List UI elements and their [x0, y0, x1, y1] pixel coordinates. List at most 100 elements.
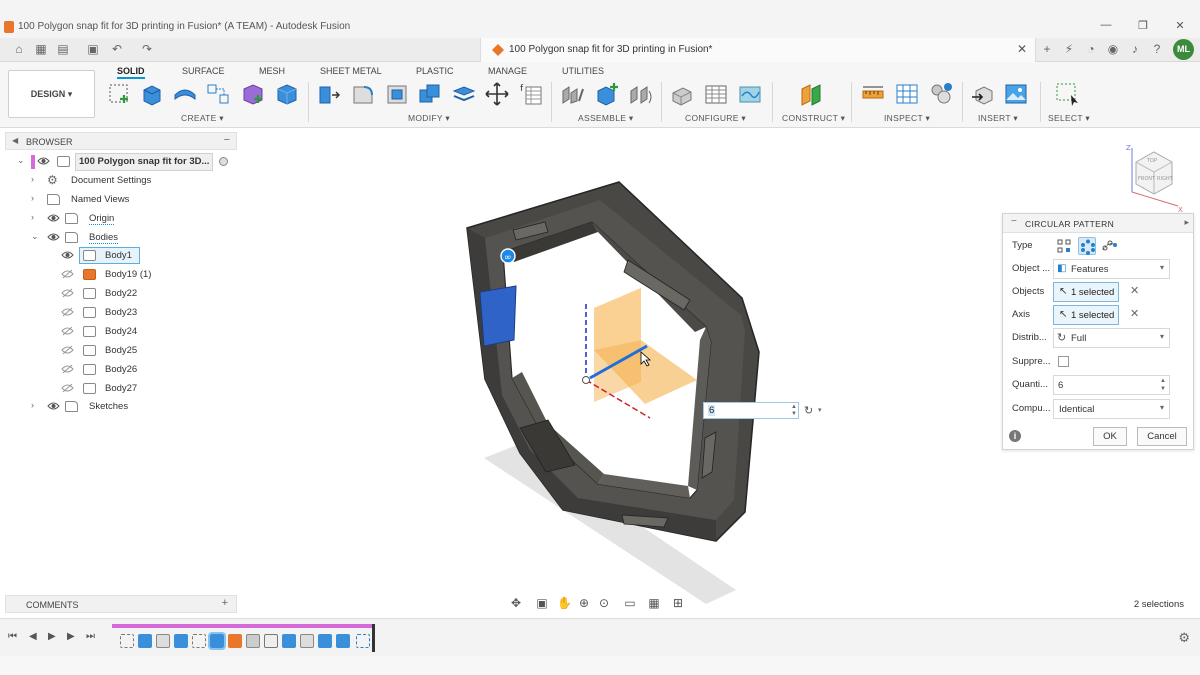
fit-zoom-icon[interactable]: ⊙	[597, 596, 611, 610]
file-menu-icon[interactable]: ▤	[56, 42, 70, 56]
distribution-dropdown[interactable]: ↻ Full ▾	[1053, 328, 1170, 348]
selected-feature-face[interactable]	[479, 285, 517, 347]
inspect-group-label[interactable]: INSPECT ▾	[884, 113, 930, 124]
tab-solid[interactable]: SOLID	[117, 66, 145, 79]
pattern-on-path-type-icon[interactable]	[1101, 237, 1119, 255]
minimize-button[interactable]: —	[1099, 19, 1113, 31]
offset-face-icon[interactable]	[451, 81, 477, 107]
home-icon[interactable]: ⌂	[12, 42, 26, 56]
display-component-colors-icon[interactable]	[928, 81, 954, 107]
viewports-icon[interactable]: ⊞	[671, 596, 685, 610]
browser-root-row[interactable]: ⌄ 100 Polygon snap fit for 3D...	[5, 153, 237, 171]
document-tab[interactable]: 100 Polygon snap fit for 3D printing in …	[480, 38, 1036, 62]
rectangular-pattern-type-icon[interactable]	[1055, 237, 1073, 255]
tab-mesh[interactable]: MESH	[259, 66, 285, 76]
cancel-button[interactable]: Cancel	[1137, 427, 1187, 446]
compute-option-dropdown[interactable]: Identical ▾	[1053, 399, 1170, 419]
hidden-eye-icon[interactable]	[61, 383, 74, 393]
quantity-manipulator-input[interactable]: 6 ▲ ▼	[703, 402, 799, 419]
notifications-bell-icon[interactable]: ♪	[1128, 42, 1142, 56]
look-at-icon[interactable]: ▣	[535, 596, 549, 610]
interference-icon[interactable]	[894, 81, 920, 107]
tab-plastic[interactable]: PLASTIC	[416, 66, 454, 76]
revolve-icon[interactable]	[172, 81, 198, 107]
workspace-switcher-button[interactable]: DESIGN ▾	[8, 70, 95, 118]
visibility-eye-icon[interactable]	[47, 401, 60, 411]
visibility-eye-icon[interactable]	[37, 156, 50, 166]
info-icon[interactable]: i	[1009, 430, 1021, 442]
offset-plane-icon[interactable]	[798, 81, 824, 107]
timeline-body-icon[interactable]	[228, 634, 242, 648]
visibility-eye-icon[interactable]	[61, 250, 74, 260]
tree-item-sketches[interactable]: › Sketches	[5, 398, 237, 416]
objects-selection-button[interactable]: ↖ 1 selected	[1053, 282, 1119, 302]
timeline-sketch-icon[interactable]	[192, 634, 206, 648]
grid-settings-icon[interactable]: ▦	[647, 596, 661, 610]
quantity-input[interactable]: 6 ▲ ▼	[1053, 375, 1170, 395]
tree-item-bodies[interactable]: ⌄ Bodies	[5, 229, 237, 247]
timeline-shell-icon[interactable]	[156, 634, 170, 648]
online-status-icon[interactable]: ◉	[1106, 42, 1120, 56]
timeline-pattern-icon[interactable]	[356, 634, 370, 648]
timeline-extrude-icon[interactable]	[174, 634, 188, 648]
timeline-settings-gear-icon[interactable]: ⚙	[1178, 630, 1190, 646]
zoom-icon[interactable]: ⊕	[577, 596, 591, 610]
combine-icon[interactable]	[417, 81, 443, 107]
shell-icon[interactable]	[384, 81, 410, 107]
browser-header[interactable]: ◀ BROWSER −	[5, 132, 237, 150]
sweep-icon[interactable]	[205, 81, 231, 107]
help-icon[interactable]: ?	[1150, 42, 1164, 56]
tree-item-body23[interactable]: Body23	[5, 304, 237, 322]
play-icon[interactable]: ▶	[48, 631, 56, 642]
axis-selection-button[interactable]: ↖ 1 selected	[1053, 305, 1119, 325]
construct-group-label[interactable]: CONSTRUCT ▾	[782, 113, 845, 124]
tree-item-body27[interactable]: Body27	[5, 380, 237, 398]
new-component-icon[interactable]	[594, 81, 620, 107]
extrude-icon[interactable]	[139, 81, 165, 107]
hidden-eye-icon[interactable]	[61, 326, 74, 336]
tree-item-named-views[interactable]: › Named Views	[5, 191, 237, 209]
circular-pattern-type-icon[interactable]	[1078, 237, 1096, 255]
configuration-table-icon[interactable]	[703, 81, 729, 107]
hidden-eye-icon[interactable]	[61, 307, 74, 317]
clear-axis-icon[interactable]: ✕	[1130, 307, 1139, 320]
hidden-eye-icon[interactable]	[61, 288, 74, 298]
timeline-extrude-icon[interactable]	[138, 634, 152, 648]
pan-hand-icon[interactable]: ✋	[557, 596, 572, 610]
3d-viewport[interactable]: ∞	[240, 128, 1000, 618]
insert-derive-icon[interactable]	[970, 81, 996, 107]
as-built-joint-icon[interactable]	[628, 81, 654, 107]
timeline-fillet-icon[interactable]	[300, 634, 314, 648]
timeline-marker[interactable]	[372, 624, 375, 652]
attached-canvas-icon[interactable]	[1003, 81, 1029, 107]
chevron-down-icon[interactable]: ⌄	[17, 155, 27, 166]
collapse-dialog-icon[interactable]: −	[1011, 216, 1017, 227]
configure-design-icon[interactable]	[669, 81, 695, 107]
activate-radio-icon[interactable]	[219, 157, 228, 166]
tree-item-document-settings[interactable]: › ⚙ Document Settings	[5, 172, 237, 190]
chevron-right-icon[interactable]: ›	[31, 193, 41, 203]
timeline-move-icon[interactable]	[246, 634, 260, 648]
timeline-extrude-icon[interactable]	[282, 634, 296, 648]
tab-surface[interactable]: SURFACE	[182, 66, 225, 76]
clear-objects-icon[interactable]: ✕	[1130, 284, 1139, 297]
timeline-combine-icon[interactable]	[318, 634, 332, 648]
user-avatar[interactable]: ML	[1173, 39, 1194, 60]
new-tab-plus-icon[interactable]: +	[1040, 42, 1054, 56]
tree-item-body25[interactable]: Body25	[5, 342, 237, 360]
go-to-start-icon[interactable]: ⏮	[8, 631, 17, 642]
comments-panel[interactable]: COMMENTS +	[5, 595, 237, 613]
collapse-arrow-icon[interactable]: ◀	[12, 136, 18, 145]
measure-icon[interactable]	[860, 81, 886, 107]
configure-group-label[interactable]: CONFIGURE ▾	[685, 113, 746, 124]
view-cube[interactable]: TOP FRONT RIGHT Z X	[1122, 142, 1186, 212]
tree-item-body26[interactable]: Body26	[5, 361, 237, 379]
tab-utilities[interactable]: UTILITIES	[562, 66, 604, 76]
chevron-down-icon[interactable]: ⌄	[31, 231, 41, 242]
select-box-icon[interactable]	[1054, 81, 1080, 107]
browser-minimize-icon[interactable]: −	[224, 134, 230, 146]
insert-group-label[interactable]: INSERT ▾	[978, 113, 1018, 124]
hidden-eye-icon[interactable]	[61, 269, 74, 279]
restore-button[interactable]: ❐	[1136, 19, 1150, 32]
suppression-checkbox[interactable]	[1058, 356, 1069, 367]
